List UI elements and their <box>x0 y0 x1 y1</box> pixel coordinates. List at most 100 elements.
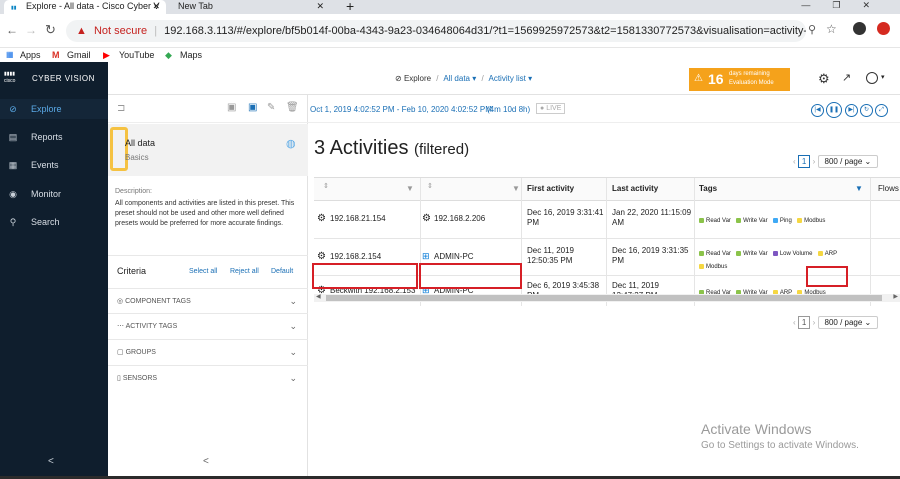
panel-collapse-icon[interactable]: ⊐ <box>117 103 125 114</box>
table-scrollbar[interactable]: ◀ ▶ <box>314 294 900 302</box>
tag-read-var: Read Var <box>699 216 731 226</box>
save-icon[interactable]: ▣ <box>227 102 236 113</box>
bookmark-maps[interactable]: Maps <box>180 48 202 62</box>
caret-down-icon[interactable]: ▾ <box>528 74 532 83</box>
select-all-link[interactable]: Select all <box>189 268 217 275</box>
bookmark-star-icon[interactable]: ☆ <box>826 22 837 36</box>
column-first-activity[interactable]: First activity <box>527 184 574 193</box>
close-window-icon[interactable]: ✕ <box>862 0 892 10</box>
restore-icon[interactable]: ❐ <box>832 0 862 10</box>
minimize-icon[interactable]: — <box>801 0 832 10</box>
cyber-vision-brand: ▮▮▮▮ cisco CYBER VISION <box>0 62 108 95</box>
refresh-icon[interactable]: ↻ <box>860 104 873 117</box>
per-page-select[interactable]: 800 / page ⌄ <box>817 155 879 168</box>
nav-item-events[interactable]: ▦ Events <box>0 155 108 175</box>
skip-back-icon[interactable]: |◀ <box>811 104 824 117</box>
preset-collapse-button[interactable]: < <box>203 456 209 467</box>
filter-icon[interactable]: ▼ <box>512 184 520 193</box>
bookmark-gmail[interactable]: Gmail <box>67 48 91 62</box>
per-page-select[interactable]: 800 / page ⌄ <box>817 316 879 329</box>
component-left[interactable]: 192.168.21.154 <box>330 214 386 224</box>
scroll-right-icon[interactable]: ▶ <box>893 293 898 300</box>
page-number[interactable]: 1 <box>797 316 811 329</box>
filter-icon[interactable]: ▼ <box>406 184 414 193</box>
table-row[interactable]: ⚙ 192.168.21.154 ⚙ 192.168.2.206 Dec 16,… <box>314 201 900 239</box>
page-number[interactable]: 1 <box>797 155 811 168</box>
url-field[interactable]: ▲ Not secure | 192.168.3.113/#/explore/b… <box>66 20 806 42</box>
nav-item-reports[interactable]: ▤ Reports <box>0 127 108 147</box>
bookmark-apps[interactable]: Apps <box>20 48 41 62</box>
pager-top: ‹ 1 › 800 / page ⌄ <box>793 155 879 168</box>
nav-item-search[interactable]: ⚲ Search <box>0 212 108 232</box>
chevron-down-icon: ⌄ <box>289 347 297 357</box>
nav-item-monitor[interactable]: ◉ Monitor <box>0 184 108 204</box>
component-right[interactable]: 192.168.2.206 <box>434 214 485 224</box>
close-tab-icon[interactable]: ✕ <box>316 0 324 13</box>
component-left[interactable]: 192.168.2.154 <box>330 252 381 262</box>
breadcrumb-explore[interactable]: Explore <box>404 74 431 83</box>
default-link[interactable]: Default <box>271 268 293 275</box>
settings-gear-icon[interactable]: ⚙ <box>818 71 830 87</box>
forward-icon[interactable]: → <box>25 23 37 37</box>
criteria-sensors[interactable]: ▯ SENSORS ⌄ <box>108 365 308 390</box>
column-last-activity[interactable]: Last activity <box>612 184 658 193</box>
browser-tab-new[interactable]: New Tab ✕ <box>170 0 330 14</box>
criteria-activity-tags[interactable]: ⋯ ACTIVITY TAGS ⌄ <box>108 313 308 338</box>
tag-label: Read Var <box>706 218 731 224</box>
highlight-box <box>419 263 522 289</box>
browser-tab-active[interactable]: ▮▮ Explore - All data - Cisco Cyber V ✕ <box>4 0 166 14</box>
criteria-header: Criteria Select all Reject all Default <box>108 255 308 285</box>
column-tags[interactable]: Tags <box>699 184 717 193</box>
extension-icon[interactable] <box>877 22 890 35</box>
new-tab-button[interactable]: + <box>346 0 354 14</box>
close-tab-icon[interactable]: ✕ <box>152 0 160 13</box>
preset-card[interactable]: All data Basics ◍ <box>108 124 308 176</box>
scroll-thumb[interactable] <box>326 295 882 301</box>
sort-icon[interactable]: ⇕ <box>427 182 433 190</box>
edit-icon[interactable]: ✎ <box>267 102 275 113</box>
skip-forward-icon[interactable]: ▶| <box>845 104 858 117</box>
scroll-left-icon[interactable]: ◀ <box>316 293 321 300</box>
tag-label: Write Var <box>743 251 768 257</box>
pause-icon[interactable]: ❚❚ <box>826 102 842 118</box>
nav-collapse-button[interactable]: < <box>48 456 54 467</box>
save-as-icon[interactable]: ▣ <box>248 102 257 113</box>
breadcrumb-activity-list[interactable]: Activity list <box>489 74 526 83</box>
column-flows[interactable]: Flows <box>878 184 899 193</box>
next-page-icon[interactable]: › <box>813 157 816 166</box>
tags-cell: Read Var Write Var Ping Modbus <box>699 215 869 226</box>
evaluation-badge[interactable]: ⚠ 16 days remaining Evaluation Mode <box>689 68 790 91</box>
tag-label: Low Volume <box>779 251 813 257</box>
address-bar-row: ← → ↻ ▲ Not secure | 192.168.3.113/#/exp… <box>0 14 900 48</box>
next-page-icon[interactable]: › <box>813 318 816 327</box>
user-avatar-icon[interactable] <box>866 72 878 84</box>
component-right[interactable]: ADMIN-PC <box>434 252 474 262</box>
delete-icon[interactable]: 🗑 <box>286 102 299 113</box>
breadcrumb-all-data[interactable]: All data <box>443 74 470 83</box>
back-icon[interactable]: ← <box>6 23 18 37</box>
bookmark-youtube[interactable]: YouTube <box>119 48 154 62</box>
prev-page-icon[interactable]: ‹ <box>793 157 796 166</box>
nav-item-explore[interactable]: ⊘ Explore <box>0 99 108 119</box>
criteria-component-tags[interactable]: ◎ COMPONENT TAGS ⌄ <box>108 288 308 313</box>
stats-chart-icon[interactable]: ↗ <box>842 71 851 84</box>
time-range[interactable]: Oct 1, 2019 4:02:52 PM - Feb 10, 2020 4:… <box>310 105 492 114</box>
highlight-box <box>312 263 418 289</box>
caret-down-icon[interactable]: ▾ <box>472 74 476 83</box>
prev-page-icon[interactable]: ‹ <box>793 318 796 327</box>
tags-filter-icon[interactable]: ▼ <box>855 184 863 193</box>
sort-icon[interactable]: ⇕ <box>323 182 329 190</box>
expand-icon[interactable]: ⤢ <box>875 104 888 117</box>
reject-all-link[interactable]: Reject all <box>230 268 259 275</box>
tag-label: Modbus <box>706 264 728 270</box>
zoom-icon[interactable]: ⚲ <box>808 23 816 36</box>
tag-modbus: Modbus <box>699 261 727 273</box>
criteria-groups[interactable]: ▢ GROUPS ⌄ <box>108 339 308 364</box>
windows-activation-watermark: Activate Windows Go to Settings to activ… <box>701 421 859 451</box>
reload-icon[interactable]: ↻ <box>45 22 56 38</box>
user-menu-caret-icon[interactable]: ▾ <box>881 73 885 81</box>
tag-arp: ARP <box>817 248 837 260</box>
profile-icon[interactable] <box>853 22 866 35</box>
live-toggle[interactable]: ● LIVE <box>536 103 566 114</box>
nav-label: Search <box>31 217 60 227</box>
